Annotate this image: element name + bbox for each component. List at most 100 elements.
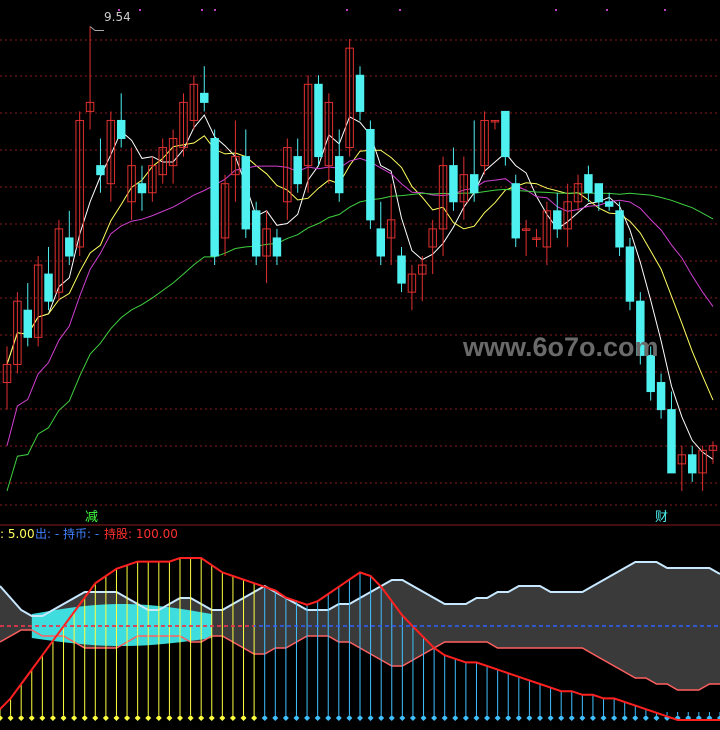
candle-body-down [397,255,406,284]
candle-body-down [65,237,74,257]
candle [397,246,406,293]
signal-diamond [0,715,3,721]
signal-diamond [611,715,618,721]
candlestick-series [2,26,718,491]
top-dot [664,9,666,11]
candle [189,75,199,130]
candle [469,120,479,202]
candle [220,174,230,256]
candle [65,210,74,266]
signal-diamond [589,715,596,721]
candle-body-down [511,183,520,239]
ma5-line [6,114,714,460]
candle [542,201,552,266]
signal-diamond [357,715,363,721]
signal-diamond [325,715,332,721]
top-dot [346,9,348,11]
candle [324,93,334,184]
signal-diamond [272,715,279,721]
indicator-panel [0,557,720,721]
signal-diamond [367,715,374,721]
marker-right: 财 [655,510,668,525]
candle [584,165,593,202]
signal-diamond [494,715,501,721]
candle [501,110,510,166]
signal-diamond [632,715,639,721]
top-dot [214,9,216,11]
signal-diamond [473,715,480,721]
legend-out: 出: - [35,527,59,541]
signal-diamond [653,715,660,721]
holding-band [31,604,212,646]
candle [200,66,209,112]
candle-body-down [469,174,479,194]
candle-body-down [376,228,386,257]
marker-left: 减 [85,510,98,525]
candle [345,39,354,157]
candle-body-down [44,273,53,302]
candle [480,111,489,175]
legend-hold: 持股: 100.00 [104,526,178,541]
top-dot [606,9,608,11]
candle [708,441,718,464]
candle [251,201,261,266]
signal-diamond [547,715,554,721]
candle-body-down [667,409,676,474]
signal-diamond [568,715,575,721]
candle [179,93,188,157]
candle-body-down [200,92,209,103]
signal-diamond [314,715,321,721]
signal-diamond [166,715,173,721]
candle [376,201,386,266]
candle [677,445,687,491]
signal-diamond [251,715,258,721]
candle [438,156,448,256]
candle-body-down [604,201,614,207]
candle [604,192,614,211]
signal-diamond [134,715,141,721]
candle-body-down [594,183,604,203]
signal-diamond [124,715,131,721]
candle [449,147,458,211]
signal-diamond [187,715,194,721]
signal-diamond [81,715,88,721]
signal-diamond [282,715,289,721]
candle [615,201,624,256]
stock-chart: www.6o7o.com 9.54 减 财 : 5.00 出: - 持币: - … [0,9,720,721]
signal-diamond [335,715,342,721]
candle [334,129,344,202]
candle-body-down [23,309,33,338]
signal-diamond [113,715,120,721]
signal-diamond [102,715,109,721]
candle [314,75,323,166]
candle [698,445,707,491]
candle-body-down [553,210,562,230]
signal-diamond [60,715,67,721]
candle [521,219,531,256]
candle [407,265,417,311]
candle [262,210,271,284]
candle [210,129,219,266]
candle [75,111,84,256]
candle [96,138,105,193]
signal-diamond [526,715,533,721]
top-dot [139,9,141,11]
signal-diamond [558,715,565,721]
candle-body-down [615,210,624,248]
max-price-text: 9.54 [104,10,131,24]
signal-diamond [49,715,56,721]
candle-body-down [501,110,510,158]
indicator-legend: : 5.00 出: - 持币: - 持股: 100.00 [0,526,178,541]
candle-body-down [96,165,105,176]
signal-diamond [71,715,78,721]
candle-body-down [656,382,666,411]
top-dot [399,9,401,11]
signal-diamond [621,715,628,721]
candle-body-down [293,156,302,185]
signal-diamond [198,715,205,721]
legend-cash: 持币: - [63,526,99,541]
signal-diamond [155,715,162,721]
candle [303,75,313,193]
candle-body-down [366,128,375,221]
signal-diamond [452,715,459,721]
